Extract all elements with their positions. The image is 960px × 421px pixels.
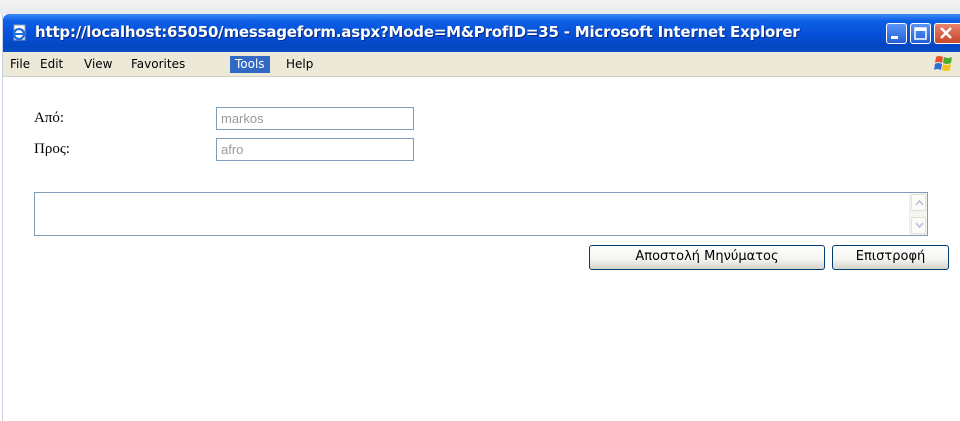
scroll-down-arrow-icon [915, 222, 924, 229]
menu-file[interactable]: File [5, 56, 35, 73]
from-field[interactable]: markos [216, 107, 414, 130]
close-button[interactable] [934, 23, 960, 44]
menu-view[interactable]: View [79, 56, 117, 73]
to-label: Προς: [34, 141, 70, 157]
minimize-button[interactable] [886, 23, 907, 44]
message-textarea[interactable] [34, 192, 928, 236]
maximize-icon [914, 27, 927, 40]
textarea-scrollbar[interactable] [909, 193, 927, 235]
menu-bar: File Edit View Favorites Tools Help [3, 52, 960, 77]
maximize-button[interactable] [910, 23, 931, 44]
title-bar[interactable]: http://localhost:65050/messageform.aspx?… [3, 14, 960, 52]
scroll-up-button[interactable] [911, 194, 926, 211]
menu-edit[interactable]: Edit [35, 56, 68, 73]
window-title: http://localhost:65050/messageform.aspx?… [35, 23, 800, 41]
to-field[interactable]: afro [216, 138, 414, 161]
desktop-background [0, 0, 960, 14]
browser-window: http://localhost:65050/messageform.aspx?… [2, 14, 960, 421]
scroll-down-button[interactable] [911, 217, 926, 234]
minimize-icon [891, 36, 898, 39]
page-content: Από: markos Προς: afro Αποστολή Μηνύματο… [3, 77, 960, 421]
ie-page-icon [12, 24, 26, 41]
from-label: Από: [34, 110, 65, 126]
menu-favorites[interactable]: Favorites [126, 56, 190, 73]
back-button[interactable]: Επιστροφή [832, 245, 949, 270]
menu-help[interactable]: Help [281, 56, 318, 73]
windows-flag-icon [934, 56, 952, 71]
send-message-button[interactable]: Αποστολή Μηνύματος [589, 245, 825, 270]
close-icon [940, 27, 952, 39]
scroll-up-arrow-icon [915, 199, 924, 206]
menu-tools[interactable]: Tools [230, 56, 270, 73]
